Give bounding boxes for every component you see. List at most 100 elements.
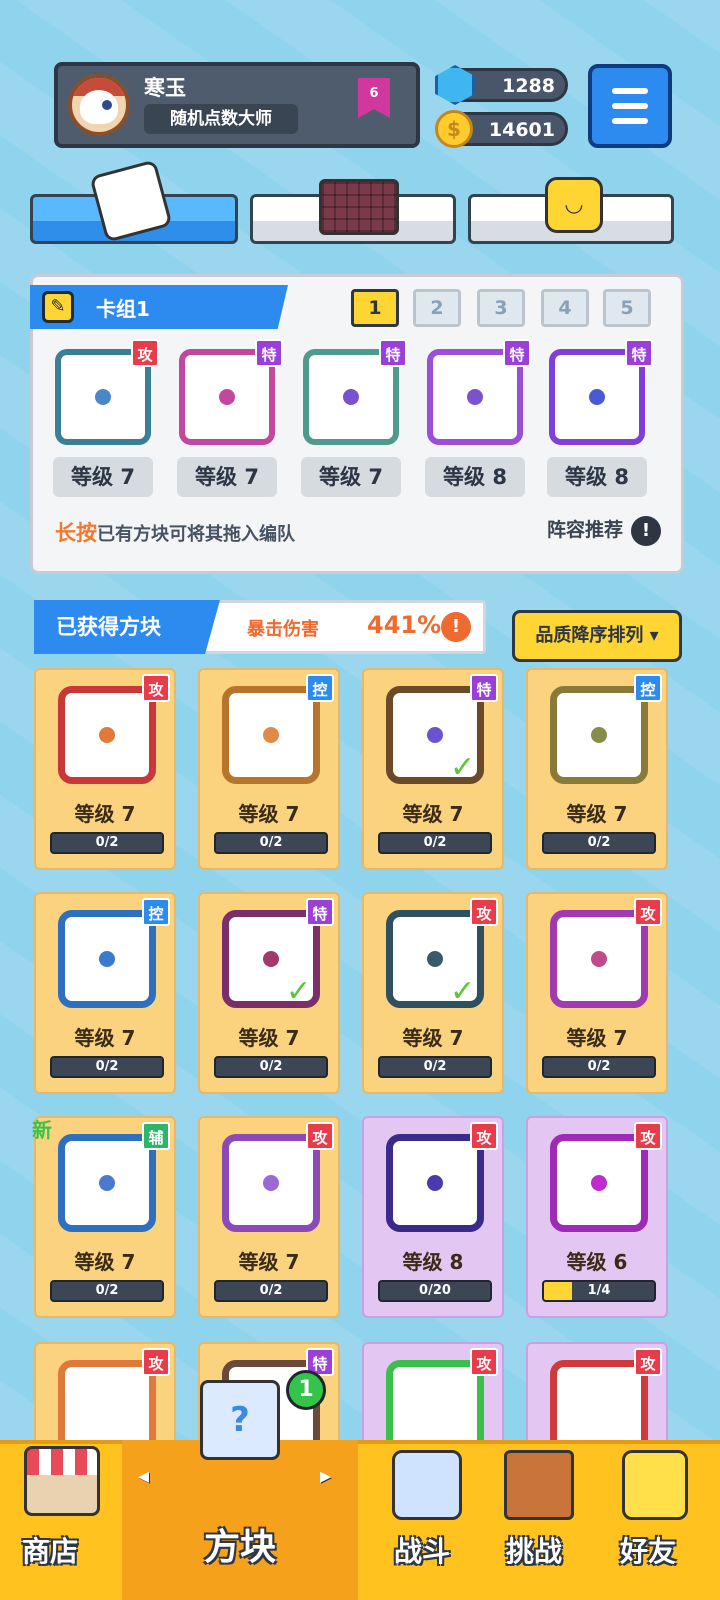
card-level: 等级 7 bbox=[177, 457, 277, 497]
nav-friends-label: 好友 bbox=[620, 1535, 677, 1568]
upgrade-progress-bar: 0/2 bbox=[542, 832, 656, 854]
coin-counter[interactable]: $ 14601 bbox=[435, 110, 568, 148]
block-card[interactable]: 攻等级 6 1/4 bbox=[526, 1116, 668, 1318]
block-face bbox=[58, 1134, 156, 1232]
player-name: 寒玉 bbox=[144, 76, 186, 100]
block-pip-icon bbox=[263, 727, 279, 743]
type-badge: 攻 bbox=[142, 674, 170, 702]
block-level: 等级 7 bbox=[238, 1250, 300, 1274]
type-badge: 攻 bbox=[470, 1348, 498, 1376]
deck-slot-2[interactable]: 2 bbox=[413, 289, 461, 327]
block-face bbox=[58, 910, 156, 1008]
block-card[interactable]: 控等级 7 0/2 bbox=[34, 892, 176, 1094]
upgrade-progress-bar: 0/2 bbox=[378, 1056, 492, 1078]
block-card[interactable]: 攻等级 7 0/2 bbox=[198, 1116, 340, 1318]
deck-panel: ✎ 卡组1 1 2 3 4 5 攻等级 7 特等级 7 特等级 7 特等级 8 特等级 … bbox=[30, 274, 684, 574]
nav-challenge-label: 挑战 bbox=[506, 1535, 563, 1568]
block-card[interactable]: 特 ✓ 等级 7 0/2 bbox=[198, 892, 340, 1094]
block-level: 等级 6 bbox=[566, 1250, 628, 1274]
recommend-label: 阵容推荐 bbox=[546, 519, 623, 541]
nav-next-arrow[interactable]: ▸ bbox=[320, 1464, 331, 1489]
upgrade-progress-bar: 0/2 bbox=[214, 1280, 328, 1302]
block-card[interactable]: 攻 ✓ 等级 7 0/2 bbox=[362, 892, 504, 1094]
progress-text: 0/2 bbox=[95, 1059, 119, 1074]
type-badge: 特 bbox=[470, 674, 498, 702]
owned-header: 已获得方块 暴击伤害 441% ! bbox=[34, 600, 486, 654]
nav-battle-label: 战斗 bbox=[394, 1535, 451, 1568]
deck-slot-3[interactable]: 3 bbox=[477, 289, 525, 327]
block-card[interactable]: 特 ✓ 等级 7 0/2 bbox=[362, 668, 504, 870]
block-level: 等级 7 bbox=[74, 802, 136, 826]
tab-board[interactable] bbox=[250, 179, 456, 244]
nav-shop[interactable]: 商店 bbox=[14, 1436, 114, 1596]
upgrade-progress-bar: 0/2 bbox=[214, 1056, 328, 1078]
block-pip-icon bbox=[427, 1175, 443, 1191]
block-card[interactable]: 控等级 7 0/2 bbox=[526, 668, 668, 870]
block-level: 等级 7 bbox=[566, 802, 628, 826]
progress-text: 0/2 bbox=[259, 1059, 283, 1074]
block-pip-icon bbox=[99, 1175, 115, 1191]
upgrade-progress-bar: 0/2 bbox=[378, 832, 492, 854]
type-badge: 攻 bbox=[470, 898, 498, 926]
progress-text: 1/4 bbox=[587, 1283, 611, 1298]
nav-shop-label: 商店 bbox=[22, 1535, 79, 1568]
lineup-recommend[interactable]: 阵容推荐! bbox=[547, 515, 661, 546]
hint-text: 已有方块可将其拖入编队 bbox=[97, 524, 295, 545]
nav-blocks-label: 方块 bbox=[204, 1527, 277, 1568]
block-face bbox=[550, 1134, 648, 1232]
progress-text: 0/2 bbox=[587, 1059, 611, 1074]
type-badge: 攻 bbox=[470, 1122, 498, 1150]
gem-counter[interactable]: 1288 bbox=[435, 65, 568, 105]
avatar[interactable] bbox=[68, 74, 130, 136]
blocks-badge: 1 bbox=[286, 1370, 326, 1410]
tab-emote[interactable]: ◡ bbox=[468, 177, 674, 244]
mystery-cube-icon: ? bbox=[200, 1380, 280, 1460]
coin-icon: $ bbox=[435, 110, 473, 148]
nav-blocks[interactable]: ? 1 ◂ ▸ 方块 bbox=[122, 1370, 358, 1600]
tab-dice[interactable] bbox=[30, 159, 238, 244]
progress-text: 0/2 bbox=[95, 835, 119, 850]
shop-icon bbox=[24, 1446, 100, 1516]
nav-challenge[interactable]: 挑战 bbox=[492, 1436, 592, 1596]
nav-prev-arrow[interactable]: ◂ bbox=[138, 1464, 149, 1489]
nav-battle[interactable]: 战斗 bbox=[380, 1436, 480, 1596]
block-card[interactable]: 攻等级 8 0/20 bbox=[362, 1116, 504, 1318]
upgrade-progress-bar: 0/2 bbox=[50, 832, 164, 854]
progress-text: 0/20 bbox=[419, 1283, 451, 1298]
crit-info-icon[interactable]: ! bbox=[441, 612, 471, 642]
progress-text: 0/2 bbox=[95, 1283, 119, 1298]
rank-badge: 6 bbox=[358, 78, 390, 118]
card-pip-icon bbox=[95, 389, 111, 405]
type-badge: 攻 bbox=[634, 898, 662, 926]
type-badge: 攻 bbox=[634, 1122, 662, 1150]
crit-value: 441% bbox=[367, 611, 442, 639]
block-card[interactable]: 辅等级 7 0/2 bbox=[34, 1116, 176, 1318]
block-card[interactable]: 攻等级 7 0/2 bbox=[526, 892, 668, 1094]
progress-text: 0/2 bbox=[423, 1059, 447, 1074]
block-card[interactable]: 攻等级 7 0/2 bbox=[34, 668, 176, 870]
info-icon[interactable]: ! bbox=[631, 515, 661, 546]
block-level: 等级 8 bbox=[402, 1250, 464, 1274]
block-face bbox=[222, 1134, 320, 1232]
deck-slot-5[interactable]: 5 bbox=[603, 289, 651, 327]
block-face bbox=[550, 686, 648, 784]
block-face bbox=[550, 910, 648, 1008]
deck-slot-4[interactable]: 4 bbox=[541, 289, 589, 327]
type-badge: 特 bbox=[306, 898, 334, 926]
deck-slot-1[interactable]: 1 bbox=[351, 289, 399, 327]
type-badge: 特 bbox=[379, 339, 407, 367]
block-pip-icon bbox=[591, 727, 607, 743]
owned-title: 已获得方块 bbox=[56, 615, 161, 639]
block-pip-icon bbox=[99, 951, 115, 967]
deck-header: ✎ 卡组1 bbox=[30, 285, 288, 329]
block-level: 等级 7 bbox=[402, 1026, 464, 1050]
menu-button[interactable] bbox=[588, 64, 672, 148]
edit-pencil-icon[interactable]: ✎ bbox=[42, 291, 74, 323]
progress-text: 0/2 bbox=[259, 835, 283, 850]
block-card[interactable]: 控等级 7 0/2 bbox=[198, 668, 340, 870]
nav-friends[interactable]: 好友 bbox=[608, 1436, 708, 1596]
hint-strong: 长按 bbox=[55, 521, 97, 545]
profile-panel[interactable]: 寒玉 随机点数大师 6 bbox=[54, 62, 420, 148]
sort-dropdown[interactable]: 品质降序排列 ▾ bbox=[512, 610, 682, 662]
block-level: 等级 7 bbox=[402, 802, 464, 826]
